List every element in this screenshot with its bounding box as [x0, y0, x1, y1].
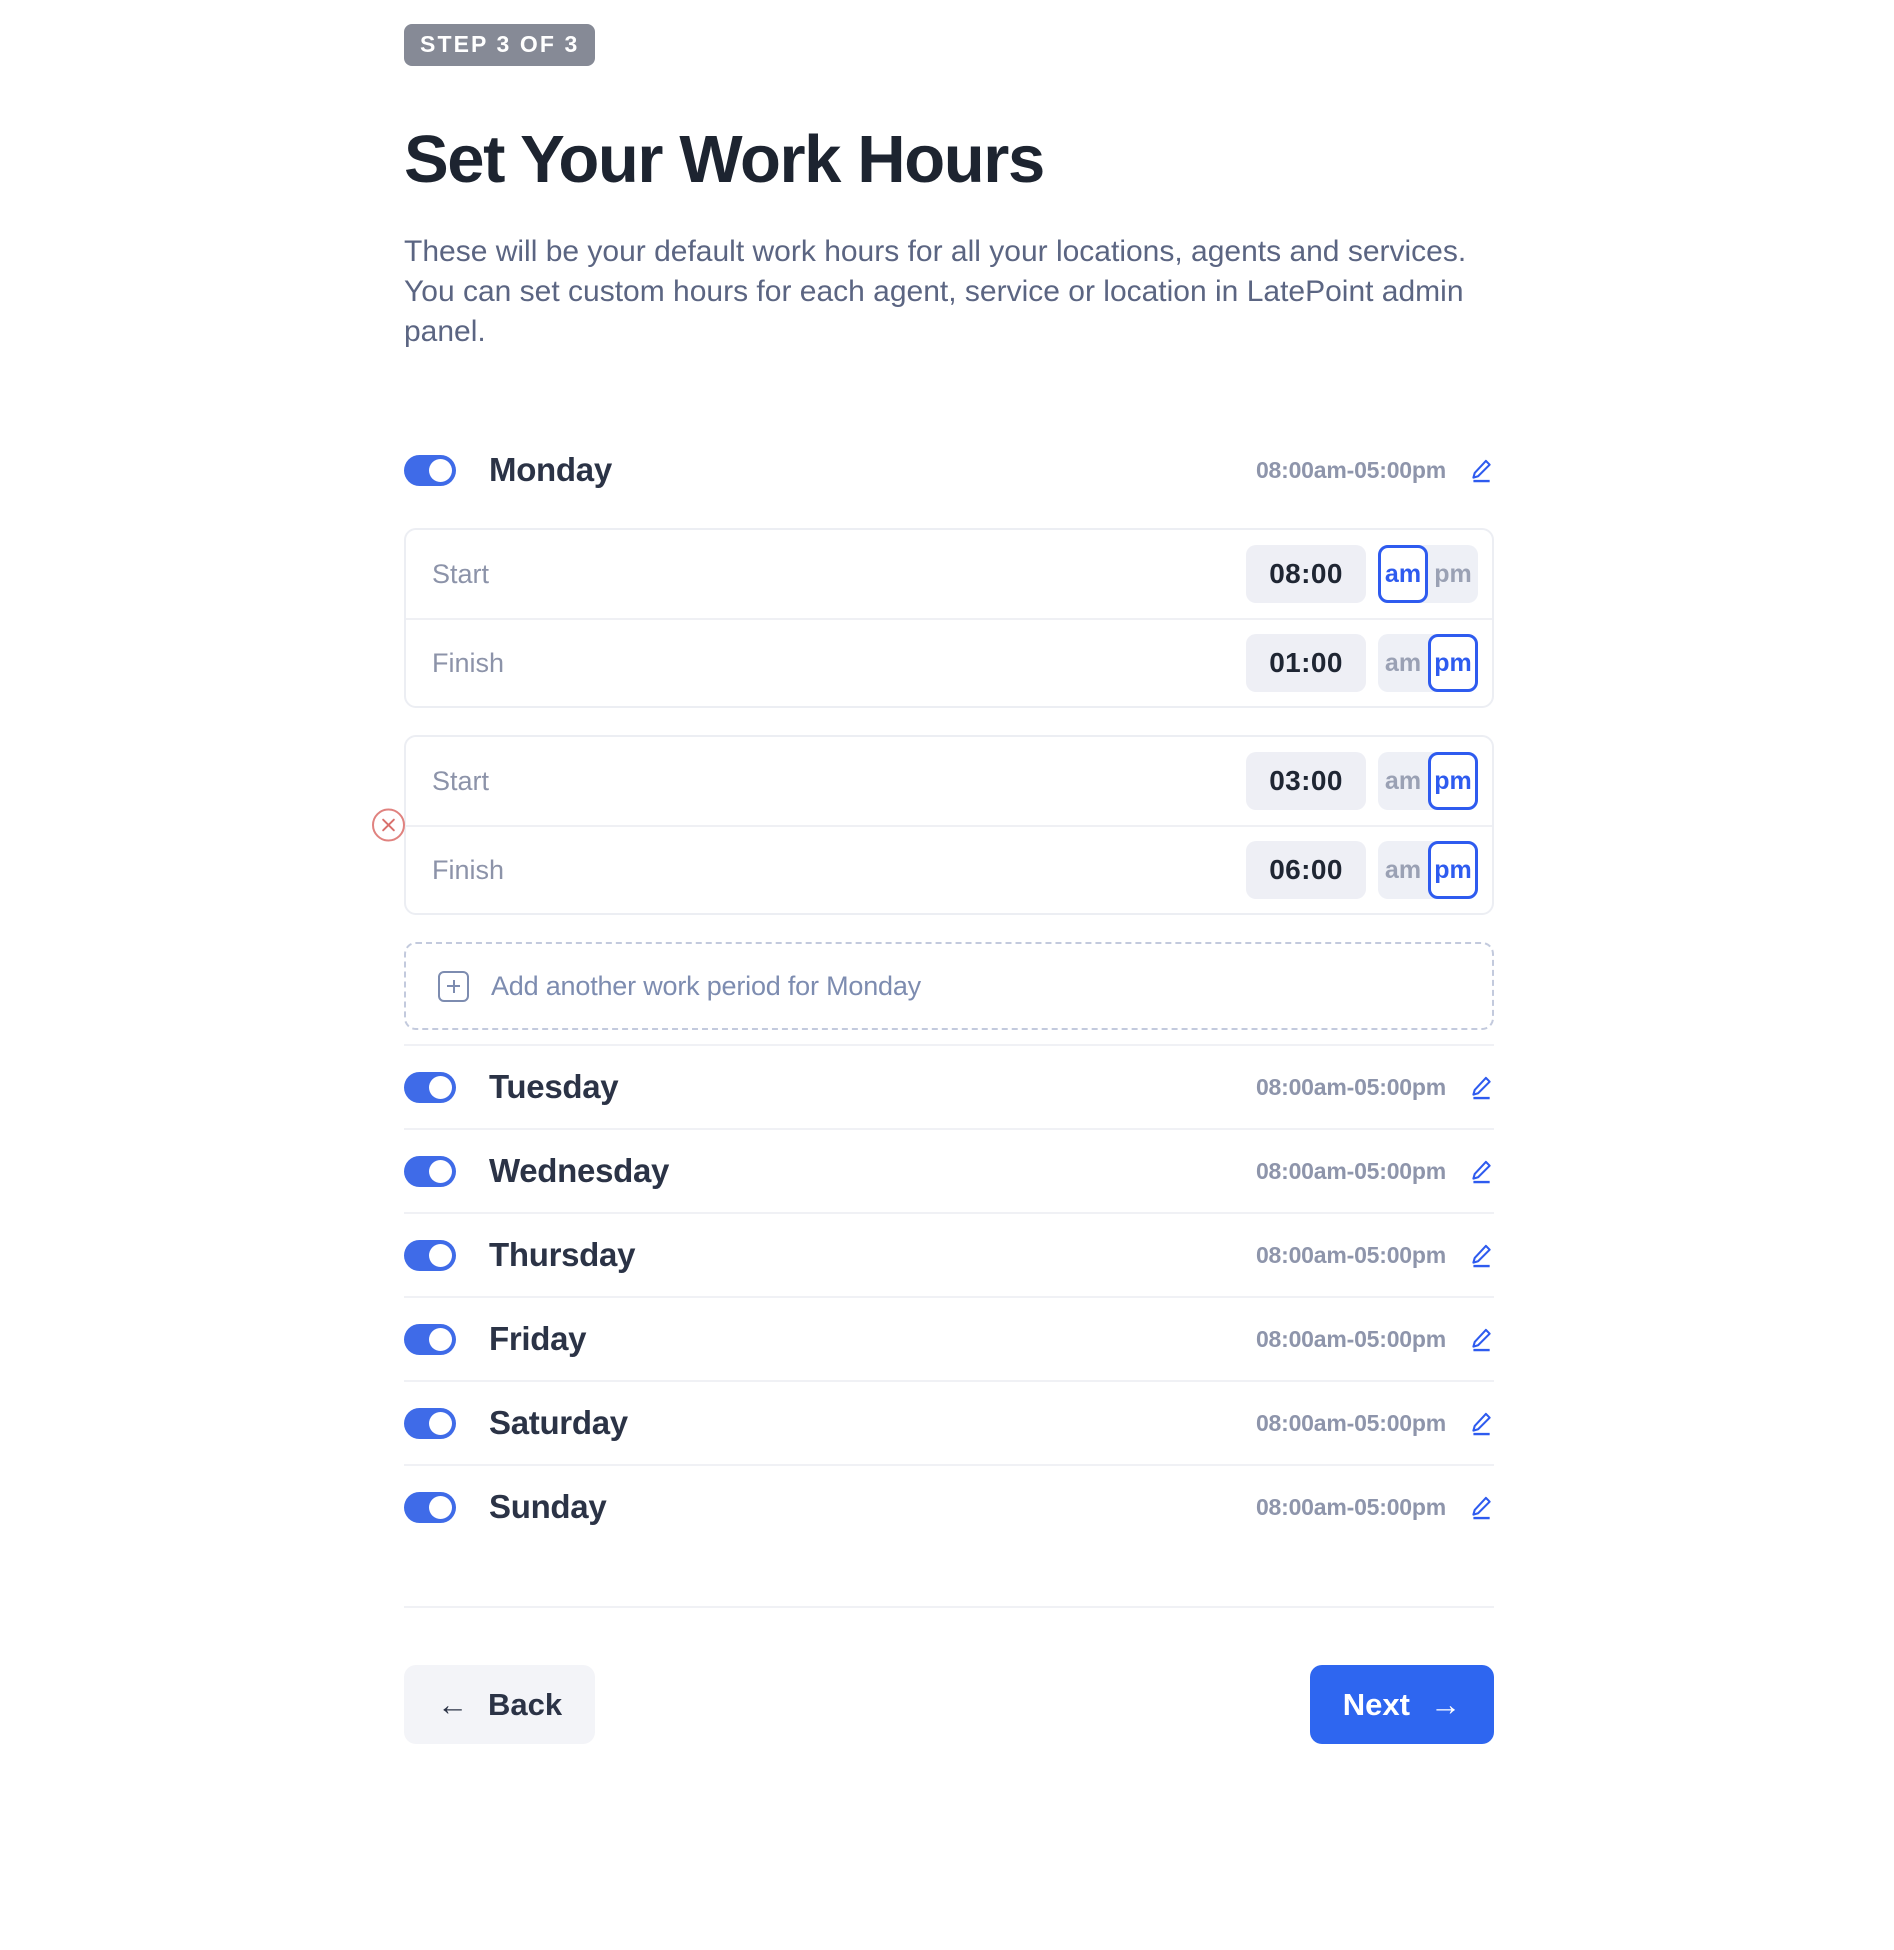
meridiem-option-am[interactable]: am	[1378, 841, 1428, 899]
toggle-knob	[429, 1327, 452, 1351]
footer-actions: ← Back Next →	[404, 1665, 1494, 1745]
day-hours-summary: 08:00am-05:00pm	[1255, 1409, 1446, 1436]
day-hours-summary: 08:00am-05:00pm	[1255, 1157, 1446, 1184]
period-line: Finish 01:00 am pm	[406, 618, 1492, 706]
work-periods-monday: Start 08:00 am pm Finish 01:00 am pm Start 03:00 a…	[372, 528, 1494, 1031]
day-name-label: Monday	[489, 451, 612, 489]
close-icon	[382, 818, 395, 832]
meridiem-option-am[interactable]: am	[1378, 634, 1428, 692]
day-toggle-friday[interactable]	[404, 1323, 456, 1355]
next-button-label: Next	[1342, 1686, 1410, 1722]
arrow-right-icon: →	[1430, 1687, 1461, 1723]
add-work-period-label: Add another work period for Monday	[491, 970, 921, 1001]
period-line-label: Finish	[432, 647, 505, 678]
meridiem-option-am[interactable]: am	[1378, 752, 1428, 810]
toggle-knob	[429, 1243, 452, 1267]
edit-pencil-icon[interactable]	[1468, 457, 1494, 483]
day-hours-summary: 08:00am-05:00pm	[1255, 1073, 1446, 1100]
meridiem-option-pm[interactable]: pm	[1428, 545, 1478, 603]
period-line-label: Start	[432, 558, 490, 589]
day-name-label: Tuesday	[489, 1068, 619, 1106]
day-row-thursday: Thursday 08:00am-05:00pm	[404, 1212, 1494, 1296]
day-row-right: 08:00am-05:00pm	[1256, 1242, 1494, 1269]
period-line: Start 03:00 am pm	[406, 737, 1492, 825]
work-hours-setup-page: STEP 3 OF 3 Set Your Work Hours These wi…	[0, 0, 1894, 1950]
toggle-knob	[429, 1495, 452, 1519]
day-hours-summary: 08:00am-05:00pm	[1255, 1325, 1446, 1352]
meridiem-option-pm[interactable]: pm	[1428, 634, 1478, 693]
day-toggle-tuesday[interactable]	[404, 1071, 456, 1103]
edit-pencil-icon[interactable]	[1468, 1242, 1494, 1268]
period-controls: 06:00 am pm	[1246, 841, 1478, 900]
meridiem-option-am[interactable]: am	[1378, 545, 1428, 604]
day-toggle-saturday[interactable]	[404, 1407, 456, 1439]
day-toggle-thursday[interactable]	[404, 1239, 456, 1271]
remove-work-period-button[interactable]	[372, 808, 405, 842]
day-row-tuesday: Tuesday 08:00am-05:00pm	[404, 1044, 1494, 1128]
meridiem-selector[interactable]: am pm	[1378, 634, 1478, 693]
day-name-label: Thursday	[489, 1236, 636, 1274]
day-row-right: 08:00am-05:00pm	[1256, 1158, 1494, 1185]
toggle-knob	[429, 458, 452, 482]
add-work-period-button[interactable]: Add another work period for Monday	[404, 942, 1494, 1031]
back-button[interactable]: ← Back	[404, 1665, 596, 1745]
meridiem-option-pm[interactable]: pm	[1428, 841, 1478, 900]
day-name-label: Wednesday	[489, 1152, 670, 1190]
edit-pencil-icon[interactable]	[1468, 1494, 1494, 1520]
day-toggle-wednesday[interactable]	[404, 1155, 456, 1187]
day-name-label: Saturday	[489, 1404, 628, 1442]
edit-pencil-icon[interactable]	[1468, 1074, 1494, 1100]
day-row-wednesday: Wednesday 08:00am-05:00pm	[404, 1128, 1494, 1212]
content-container: STEP 3 OF 3 Set Your Work Hours These wi…	[372, 0, 1494, 1745]
work-period: Start 03:00 am pm Finish 06:00 am pm	[372, 735, 1494, 916]
time-input[interactable]: 03:00	[1246, 752, 1366, 811]
toggle-knob	[429, 1411, 452, 1435]
period-controls: 01:00 am pm	[1246, 634, 1478, 693]
toggle-knob	[429, 1159, 452, 1183]
day-row-friday: Friday 08:00am-05:00pm	[404, 1296, 1494, 1380]
period-line-label: Finish	[432, 854, 505, 885]
plus-square-icon	[438, 970, 469, 1002]
page-title: Set Your Work Hours	[404, 122, 1045, 197]
period-controls: 08:00 am pm	[1246, 545, 1478, 604]
day-name-label: Sunday	[489, 1488, 607, 1526]
work-period: Start 08:00 am pm Finish 01:00 am pm	[404, 528, 1494, 709]
toggle-knob	[429, 1075, 452, 1099]
edit-pencil-icon[interactable]	[1468, 1326, 1494, 1352]
day-row-right: 08:00am-05:00pm	[1256, 1326, 1494, 1353]
day-hours-summary: 08:00am-05:00pm	[1255, 1493, 1446, 1520]
days-list: Monday 08:00am-05:00pm Start 08:00 am pm Finis…	[372, 428, 1494, 1548]
meridiem-selector[interactable]: am pm	[1378, 752, 1478, 811]
footer-divider	[404, 1606, 1494, 1609]
day-toggle-monday[interactable]	[404, 454, 456, 486]
meridiem-selector[interactable]: am pm	[1378, 841, 1478, 900]
time-input[interactable]: 08:00	[1246, 545, 1366, 604]
period-controls: 03:00 am pm	[1246, 752, 1478, 811]
next-button[interactable]: Next →	[1309, 1665, 1494, 1745]
step-badge: STEP 3 OF 3	[404, 24, 596, 66]
edit-pencil-icon[interactable]	[1468, 1158, 1494, 1184]
page-subtitle: These will be your default work hours fo…	[404, 235, 1467, 349]
period-line-label: Start	[432, 765, 490, 796]
meridiem-selector[interactable]: am pm	[1378, 545, 1478, 604]
day-row-right: 08:00am-05:00pm	[1256, 1410, 1494, 1437]
period-line: Finish 06:00 am pm	[406, 825, 1492, 913]
day-row-right: 08:00am-05:00pm	[1256, 1494, 1494, 1521]
day-hours-summary: 08:00am-05:00pm	[1255, 456, 1446, 483]
back-button-label: Back	[488, 1686, 563, 1722]
edit-pencil-icon[interactable]	[1468, 1410, 1494, 1436]
arrow-left-icon: ←	[437, 1687, 468, 1723]
day-hours-summary: 08:00am-05:00pm	[1255, 1241, 1446, 1268]
day-row-right: 08:00am-05:00pm	[1256, 1074, 1494, 1101]
day-row-sunday: Sunday 08:00am-05:00pm	[404, 1464, 1494, 1548]
day-name-label: Friday	[489, 1320, 587, 1358]
time-input[interactable]: 06:00	[1246, 841, 1366, 900]
day-row-monday: Monday 08:00am-05:00pm	[404, 428, 1494, 512]
period-line: Start 08:00 am pm	[406, 530, 1492, 618]
time-input[interactable]: 01:00	[1246, 634, 1366, 693]
day-row-right: 08:00am-05:00pm	[1256, 457, 1494, 484]
meridiem-option-pm[interactable]: pm	[1428, 752, 1478, 811]
day-row-saturday: Saturday 08:00am-05:00pm	[404, 1380, 1494, 1464]
day-toggle-sunday[interactable]	[404, 1491, 456, 1523]
